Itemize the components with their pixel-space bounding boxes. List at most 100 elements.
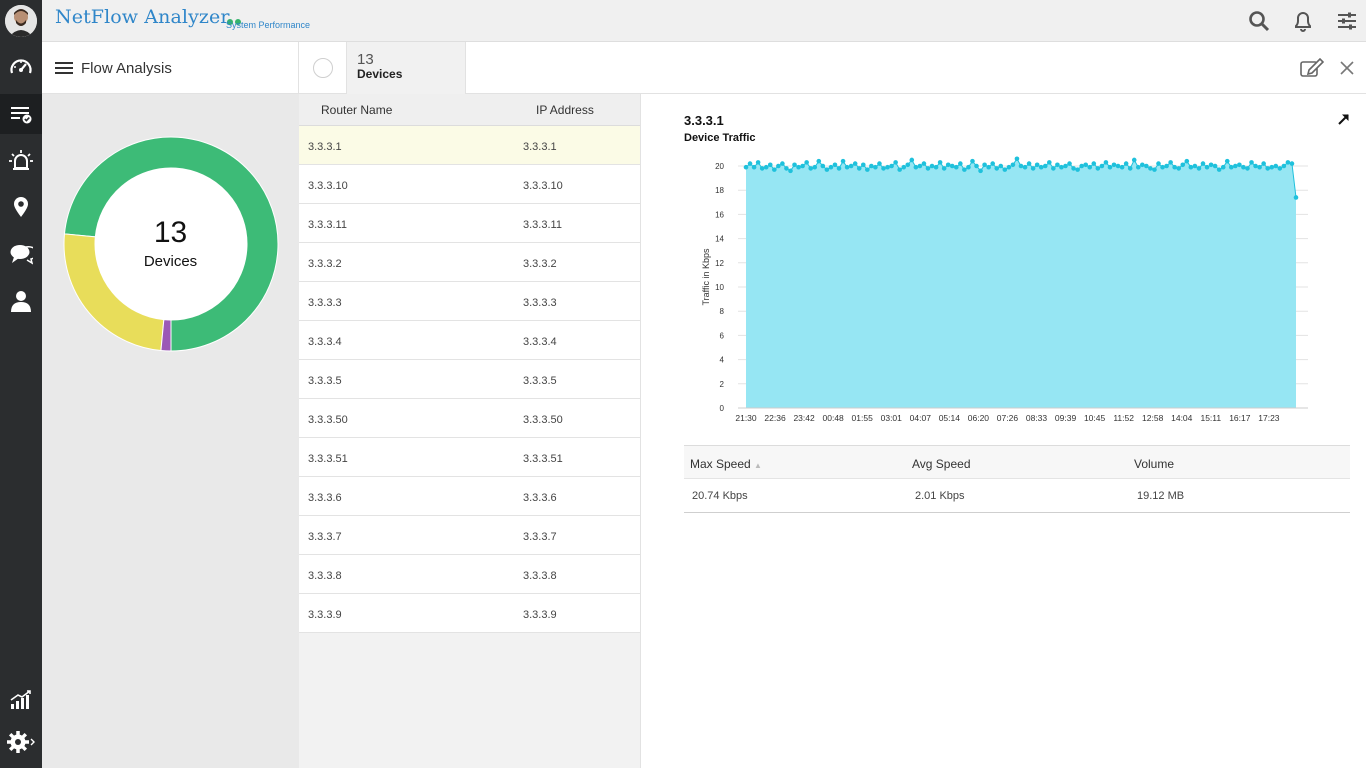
settings-nav[interactable] <box>0 722 42 762</box>
data-point[interactable] <box>1253 163 1258 169</box>
column-max-speed[interactable]: Max Speed ▲ <box>690 457 762 471</box>
data-point[interactable] <box>917 163 923 169</box>
router-row[interactable]: 3.3.3.7 3.3.3.7 <box>299 516 640 555</box>
data-point[interactable] <box>958 161 963 166</box>
data-point[interactable] <box>1168 160 1173 165</box>
data-point[interactable] <box>1131 157 1137 163</box>
data-point[interactable] <box>901 164 907 170</box>
data-point[interactable] <box>1180 162 1186 168</box>
data-point[interactable] <box>933 164 939 170</box>
data-point[interactable] <box>1269 164 1275 170</box>
data-point[interactable] <box>1261 161 1266 166</box>
data-point[interactable] <box>925 166 931 171</box>
data-point[interactable] <box>828 164 834 170</box>
data-point[interactable] <box>1042 163 1048 169</box>
data-point[interactable] <box>1277 166 1283 171</box>
data-point[interactable] <box>856 166 862 171</box>
data-point[interactable] <box>743 164 749 170</box>
data-point[interactable] <box>784 166 789 171</box>
data-point[interactable] <box>1224 158 1230 164</box>
data-point[interactable] <box>978 168 983 174</box>
data-point[interactable] <box>1285 160 1291 165</box>
data-point[interactable] <box>897 167 902 172</box>
data-point[interactable] <box>1233 163 1238 169</box>
router-row[interactable]: 3.3.3.1 3.3.3.1 <box>299 126 640 165</box>
system-performance-link[interactable]: System Performance <box>226 20 310 30</box>
data-point[interactable] <box>804 160 809 165</box>
data-point[interactable] <box>986 164 991 170</box>
data-point[interactable] <box>1119 164 1125 170</box>
router-row[interactable]: 3.3.3.4 3.3.3.4 <box>299 321 640 360</box>
data-point[interactable] <box>1152 167 1157 172</box>
select-radio[interactable] <box>312 58 333 78</box>
data-point[interactable] <box>763 164 769 170</box>
data-point[interactable] <box>949 163 955 169</box>
data-point[interactable] <box>755 160 761 165</box>
router-row[interactable]: 3.3.3.11 3.3.3.11 <box>299 204 640 243</box>
data-point[interactable] <box>1075 167 1080 172</box>
data-point[interactable] <box>840 158 846 164</box>
data-point[interactable] <box>1188 164 1194 170</box>
data-point[interactable] <box>994 166 1000 171</box>
data-point[interactable] <box>860 162 866 168</box>
data-point[interactable] <box>1026 161 1032 166</box>
data-point[interactable] <box>812 164 818 170</box>
sliders-icon[interactable] <box>1336 10 1358 32</box>
expand-arrow-icon[interactable] <box>1338 112 1350 130</box>
data-point[interactable] <box>1022 164 1028 170</box>
app-title[interactable]: NetFlow Analyzer <box>55 6 230 28</box>
reports-nav[interactable] <box>0 680 42 720</box>
data-point[interactable] <box>1164 163 1169 169</box>
data-point[interactable] <box>1127 166 1133 171</box>
data-point[interactable] <box>820 163 826 169</box>
data-point[interactable] <box>1192 163 1198 169</box>
data-point[interactable] <box>808 166 814 171</box>
data-point[interactable] <box>921 161 927 166</box>
data-point[interactable] <box>929 163 935 169</box>
router-row[interactable]: 3.3.3.9 3.3.3.9 <box>299 594 640 633</box>
data-point[interactable] <box>1293 195 1299 200</box>
data-point[interactable] <box>1220 164 1226 170</box>
column-volume[interactable]: Volume <box>1134 457 1174 471</box>
data-point[interactable] <box>751 164 757 170</box>
data-point[interactable] <box>889 163 894 169</box>
data-point[interactable] <box>909 157 915 163</box>
data-point[interactable] <box>1208 162 1214 168</box>
router-row[interactable]: 3.3.3.10 3.3.3.10 <box>299 165 640 204</box>
data-point[interactable] <box>832 162 838 168</box>
data-point[interactable] <box>1055 162 1060 168</box>
data-point[interactable] <box>913 164 919 170</box>
data-point[interactable] <box>1047 160 1052 165</box>
data-point[interactable] <box>1172 164 1177 170</box>
data-point[interactable] <box>1010 162 1016 168</box>
data-point[interactable] <box>998 163 1004 169</box>
data-point[interactable] <box>1123 161 1129 166</box>
router-row[interactable]: 3.3.3.6 3.3.3.6 <box>299 477 640 516</box>
users-nav[interactable] <box>0 281 42 321</box>
data-point[interactable] <box>1144 163 1149 169</box>
data-point[interactable] <box>877 161 882 166</box>
data-point[interactable] <box>1212 163 1218 169</box>
data-point[interactable] <box>1245 166 1250 171</box>
data-point[interactable] <box>881 166 886 171</box>
data-point[interactable] <box>1103 160 1109 165</box>
data-point[interactable] <box>836 166 842 171</box>
data-point[interactable] <box>852 161 858 166</box>
data-point[interactable] <box>772 167 777 172</box>
data-point[interactable] <box>1156 161 1161 166</box>
data-point[interactable] <box>905 162 911 168</box>
data-point[interactable] <box>776 163 781 169</box>
data-point[interactable] <box>869 163 874 169</box>
data-point[interactable] <box>1107 164 1113 170</box>
router-row[interactable]: 3.3.3.3 3.3.3.3 <box>299 282 640 321</box>
search-icon[interactable] <box>1248 10 1270 32</box>
column-avg-speed[interactable]: Avg Speed <box>912 457 971 471</box>
data-point[interactable] <box>1148 166 1153 171</box>
hamburger-menu-icon[interactable] <box>55 59 73 77</box>
data-point[interactable] <box>788 168 793 174</box>
data-point[interactable] <box>1087 164 1093 170</box>
data-point[interactable] <box>1067 161 1072 166</box>
data-point[interactable] <box>941 166 947 171</box>
data-point[interactable] <box>1184 158 1190 164</box>
maps-nav[interactable] <box>0 187 42 227</box>
